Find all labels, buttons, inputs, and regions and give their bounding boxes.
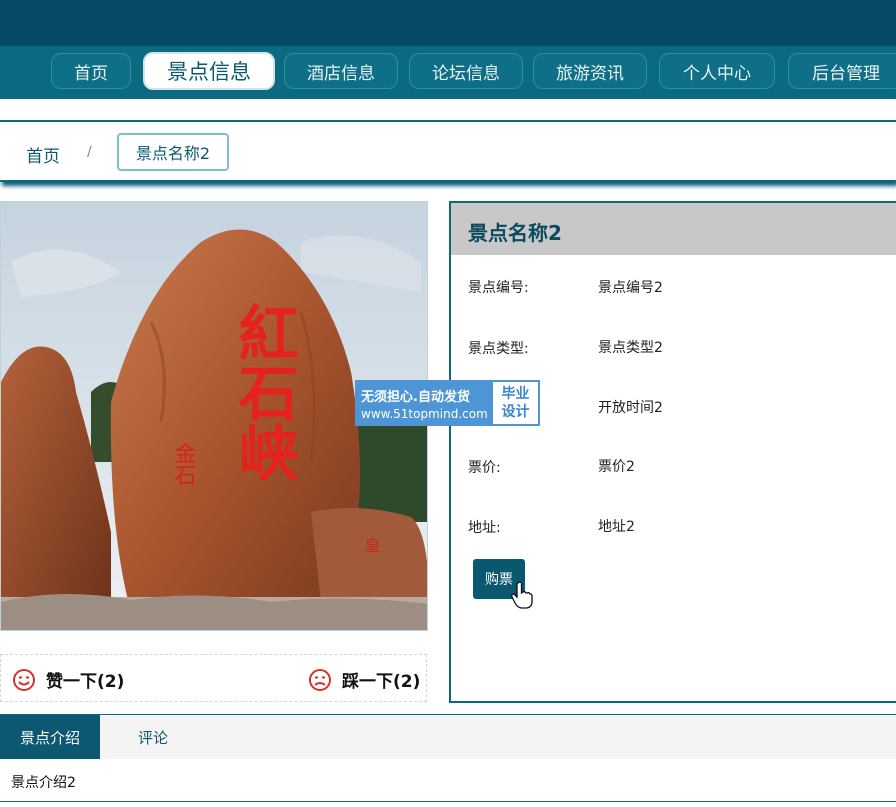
nav-forum-info[interactable]: 论坛信息 — [409, 53, 523, 89]
price-value: 票价2 — [598, 459, 635, 475]
nav-scenic-info[interactable]: 景点信息 — [143, 52, 275, 90]
hand-pointer-icon — [511, 581, 533, 609]
dislike-button[interactable]: 踩一下(2) — [308, 667, 420, 692]
smile-face-icon — [13, 668, 35, 691]
spot-type-label: 景点类型: — [468, 341, 529, 357]
carved-characters: 紅石峡 — [228, 302, 298, 482]
spot-type-value: 景点类型2 — [598, 340, 663, 356]
dislike-label: 踩一下(2) — [342, 672, 421, 692]
intro-tabs: 景点介绍 评论 景点介绍2 — [0, 714, 896, 802]
price-label: 票价: — [468, 460, 501, 476]
tab-bar: 景点介绍 评论 — [0, 715, 896, 759]
detail-header: 景点名称2 — [451, 203, 896, 255]
breadcrumb-current: 景点名称2 — [117, 133, 229, 171]
like-label: 赞一下(2) — [46, 672, 125, 692]
address-label: 地址: — [468, 520, 501, 536]
nav-personal-center[interactable]: 个人中心 — [659, 53, 775, 89]
detail-title: 景点名称2 — [468, 221, 562, 245]
tab-comments[interactable]: 评论 — [108, 715, 198, 759]
watermark-line1: 无须担心.自动发货 — [361, 390, 470, 405]
nav-home[interactable]: 首页 — [51, 53, 131, 89]
watermark-badge-bottom: 设计 — [501, 404, 530, 420]
nav-hotel-info[interactable]: 酒店信息 — [284, 53, 398, 89]
frown-face-icon — [309, 668, 331, 691]
spot-id-label: 景点编号: — [468, 280, 529, 296]
watermark-banner: 无须担心.自动发货 www.51topmind.com 毕业 设计 — [355, 380, 540, 426]
breadcrumb-home-link[interactable]: 首页 — [26, 142, 60, 167]
watermark-url: www.51topmind.com — [361, 407, 488, 421]
breadcrumb-separator: / — [87, 144, 92, 160]
open-time-value: 开放时间2 — [598, 400, 663, 416]
address-value: 地址2 — [598, 519, 635, 535]
carved-small-characters: 金石 — [171, 442, 197, 486]
carved-side-character: 皇 — [362, 537, 381, 553]
scenic-detail-panel: 景点名称2 景点编号: 景点编号2 景点类型: 景点类型2 开放时间2 票价: … — [449, 201, 896, 703]
nav-travel-news[interactable]: 旅游资讯 — [533, 53, 647, 89]
top-header-bar — [0, 0, 896, 46]
watermark-badge: 毕业 设计 — [491, 380, 540, 426]
nav-admin[interactable]: 后台管理 — [788, 53, 896, 89]
watermark-text-box: 无须担心.自动发货 www.51topmind.com — [355, 380, 491, 426]
breadcrumb: 首页 / 景点名称2 — [0, 120, 896, 182]
main-nav: 首页 景点信息 酒店信息 论坛信息 旅游资讯 个人中心 后台管理 — [0, 46, 896, 99]
intro-content: 景点介绍2 — [11, 775, 76, 791]
spot-id-value: 景点编号2 — [598, 280, 663, 296]
watermark-badge-top: 毕业 — [501, 386, 530, 402]
tab-scenic-intro[interactable]: 景点介绍 — [0, 715, 100, 759]
like-button[interactable]: 赞一下(2) — [12, 667, 124, 692]
vote-row: 赞一下(2) 踩一下(2) — [0, 654, 427, 702]
